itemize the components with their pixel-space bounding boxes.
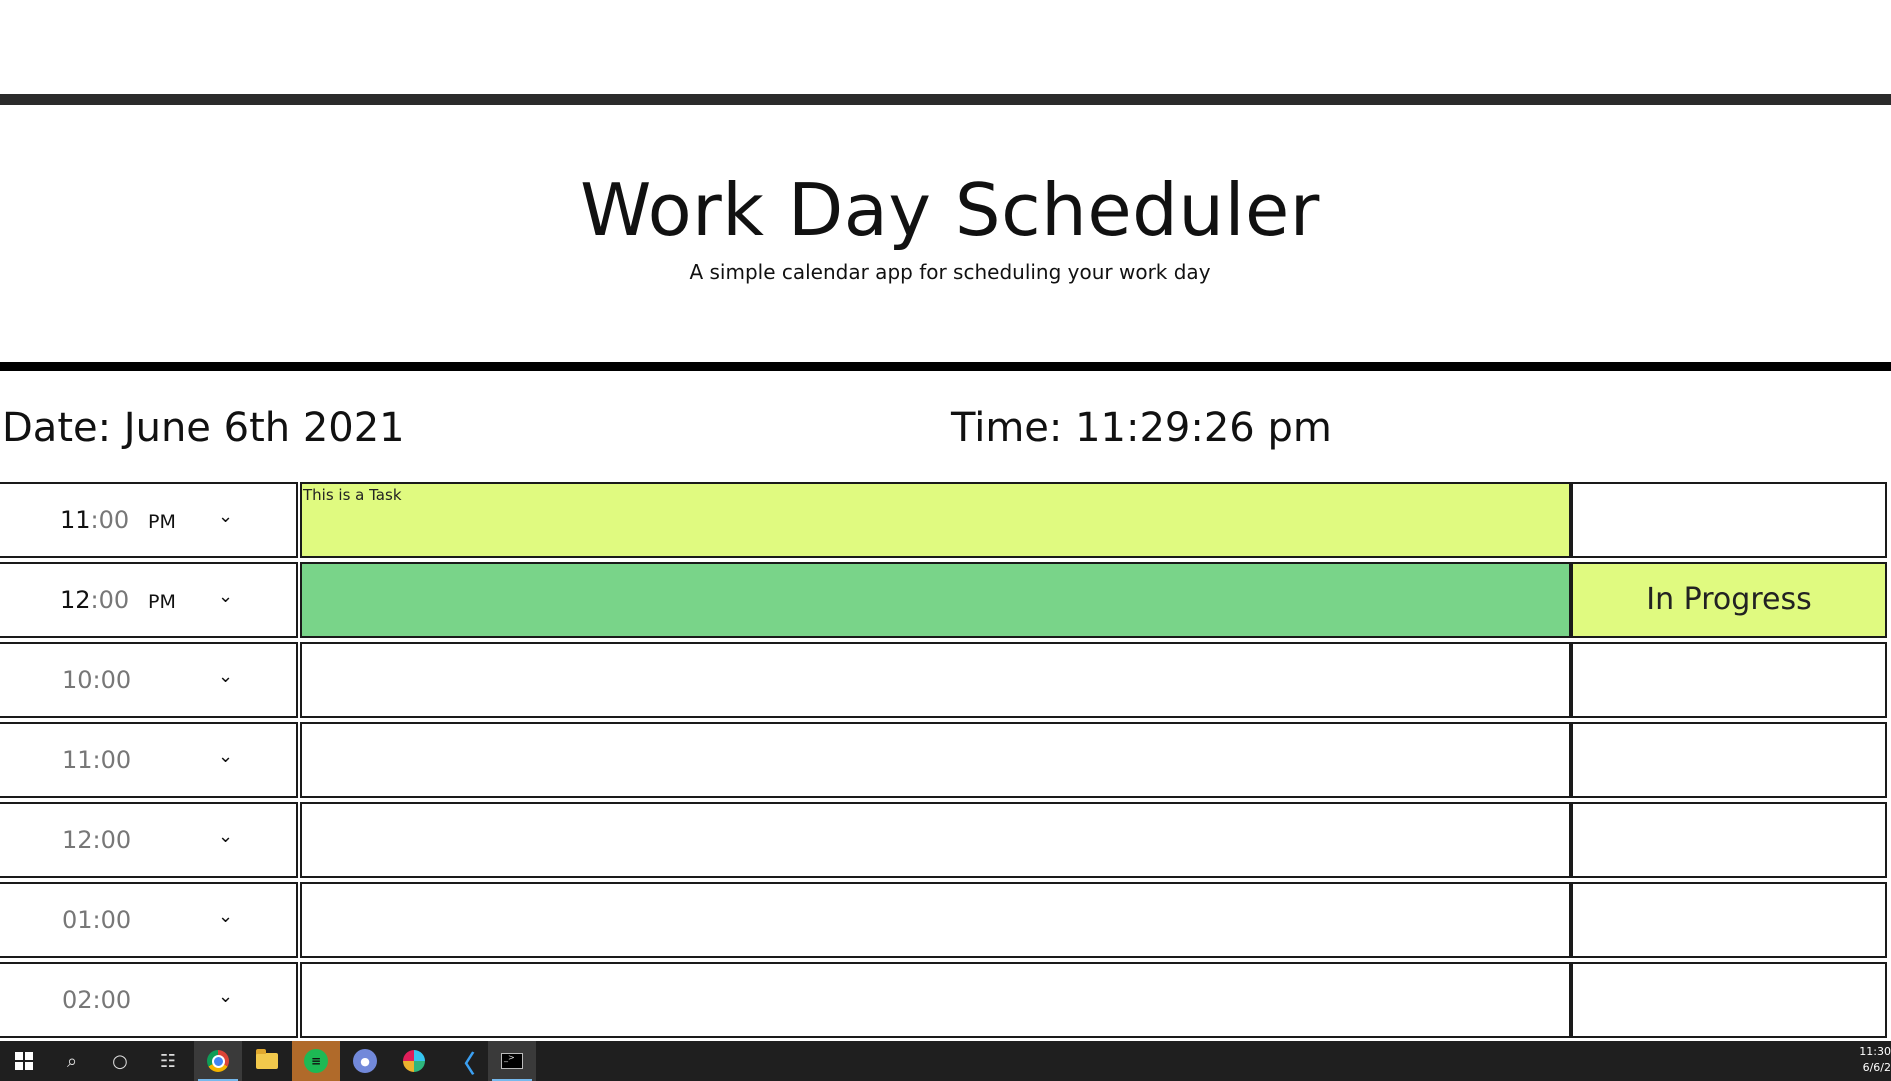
status-cell[interactable]: [1571, 802, 1887, 878]
vscode-icon[interactable]: 〈: [439, 1041, 487, 1081]
spotify-icon[interactable]: ≡: [292, 1041, 340, 1081]
hour-label: 01:00: [62, 906, 132, 934]
schedule-row: 11:00 PM ⌄ This is a Task: [0, 482, 1891, 562]
ampm-label: PM: [148, 511, 176, 533]
task-input[interactable]: [300, 722, 1571, 798]
search-icon[interactable]: ⌕: [48, 1041, 96, 1081]
hour-value: 11: [60, 506, 91, 534]
schedule-row: 10:00 ⌄: [0, 642, 1891, 722]
status-cell[interactable]: [1571, 642, 1887, 718]
ampm-label: PM: [148, 591, 176, 613]
top-bar: [0, 94, 1891, 105]
minutes-value: :00: [90, 586, 130, 614]
schedule-row: 12:00 ⌄: [0, 802, 1891, 882]
hour-value: 12: [60, 586, 91, 614]
hour-label: 11:00: [60, 506, 129, 534]
hour-label: 12:00: [62, 826, 132, 854]
chevron-down-icon[interactable]: ⌄: [218, 586, 233, 607]
system-clock[interactable]: 11:30 6/6/2: [1859, 1044, 1891, 1076]
task-input[interactable]: This is a Task: [300, 482, 1571, 558]
chevron-down-icon[interactable]: ⌄: [218, 666, 233, 687]
hour-label: 02:00: [62, 986, 132, 1014]
hour-cell: 01:00 ⌄: [0, 882, 298, 958]
task-input[interactable]: [300, 642, 1571, 718]
taskbar: ⌕ ○ ☷ ≡ ● 〈 _> 11:30 6/6/2: [0, 1041, 1891, 1081]
slack-icon[interactable]: [390, 1041, 438, 1081]
schedule-row: 12:00 PM ⌄ In Progress: [0, 562, 1891, 642]
chevron-down-icon[interactable]: ⌄: [218, 826, 233, 847]
schedule-row: 01:00 ⌄: [0, 882, 1891, 962]
chrome-icon[interactable]: [194, 1041, 242, 1081]
hour-cell: 11:00 PM ⌄: [0, 482, 298, 558]
status-cell[interactable]: [1571, 882, 1887, 958]
current-time: Time: 11:29:26 pm: [951, 405, 1332, 451]
task-view-icon[interactable]: ☷: [144, 1041, 192, 1081]
clock-time: 11:30: [1859, 1045, 1891, 1058]
clock-date: 6/6/2: [1862, 1061, 1891, 1074]
chevron-down-icon[interactable]: ⌄: [218, 746, 233, 767]
hour-cell: 11:00 ⌄: [0, 722, 298, 798]
windows-start-icon[interactable]: [0, 1041, 48, 1081]
page-subtitle: A simple calendar app for scheduling you…: [689, 260, 1211, 284]
hour-label: 11:00: [62, 746, 132, 774]
file-explorer-icon[interactable]: [243, 1041, 291, 1081]
header-divider: [0, 362, 1891, 371]
page-title: Work Day Scheduler: [580, 168, 1320, 252]
current-date: Date: June 6th 2021: [2, 405, 405, 451]
schedule-row: 11:00 ⌄: [0, 722, 1891, 802]
task-input[interactable]: [300, 962, 1571, 1038]
hour-label: 10:00: [62, 666, 132, 694]
hour-label: 12:00: [60, 586, 129, 614]
terminal-icon[interactable]: _>: [488, 1041, 536, 1081]
status-cell[interactable]: [1571, 722, 1887, 798]
task-input[interactable]: [300, 802, 1571, 878]
chevron-down-icon[interactable]: ⌄: [218, 906, 233, 927]
hour-cell: 12:00 PM ⌄: [0, 562, 298, 638]
status-cell[interactable]: [1571, 962, 1887, 1038]
page: Work Day Scheduler A simple calendar app…: [0, 0, 1891, 1081]
chevron-down-icon[interactable]: ⌄: [218, 506, 233, 527]
cortana-icon[interactable]: ○: [96, 1041, 144, 1081]
status-cell[interactable]: In Progress: [1571, 562, 1887, 638]
hour-cell: 12:00 ⌄: [0, 802, 298, 878]
task-input[interactable]: [300, 882, 1571, 958]
schedule-row: 02:00 ⌄: [0, 962, 1891, 1042]
status-cell[interactable]: [1571, 482, 1887, 558]
discord-icon[interactable]: ●: [341, 1041, 389, 1081]
hour-cell: 02:00 ⌄: [0, 962, 298, 1038]
hour-cell: 10:00 ⌄: [0, 642, 298, 718]
minutes-value: :00: [90, 506, 130, 534]
task-input[interactable]: [300, 562, 1571, 638]
task-text: This is a Task: [303, 486, 402, 504]
chevron-down-icon[interactable]: ⌄: [218, 986, 233, 1007]
